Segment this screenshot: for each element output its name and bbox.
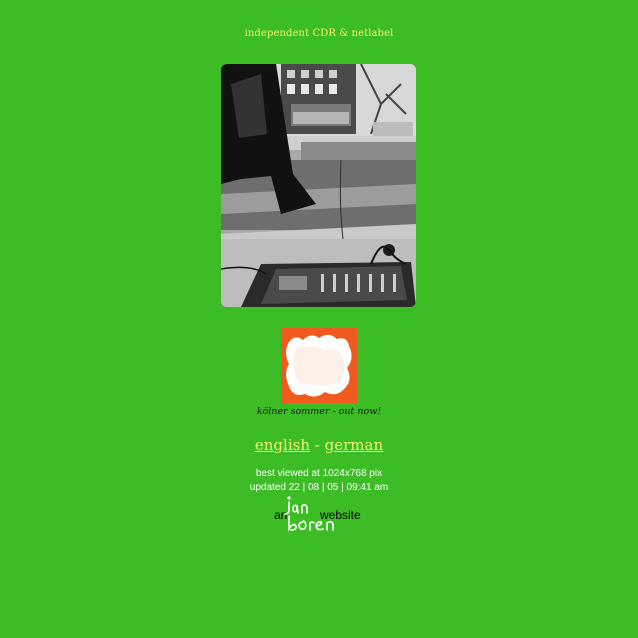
language-selector: english - german xyxy=(0,436,638,454)
hero-photo-graphic xyxy=(221,64,416,307)
best-viewed-note: best viewed at 1024x768 pix xyxy=(255,468,383,479)
updated-timestamp: updated 22 | 08 | 05 | 09:41 am xyxy=(249,482,389,493)
english-link[interactable]: english xyxy=(255,436,310,454)
site-tagline: independent CDR & netlabel xyxy=(244,28,394,39)
release-caption: kölner sommer - out now! xyxy=(256,406,382,417)
language-separator: - xyxy=(314,436,320,454)
german-link[interactable]: german xyxy=(325,436,383,454)
cover-art-graphic xyxy=(281,328,357,403)
credit-suffix: website xyxy=(320,508,361,522)
hero-photo xyxy=(221,64,416,307)
site-credit: an website xyxy=(271,496,371,534)
release-cover-art[interactable] xyxy=(281,328,357,403)
